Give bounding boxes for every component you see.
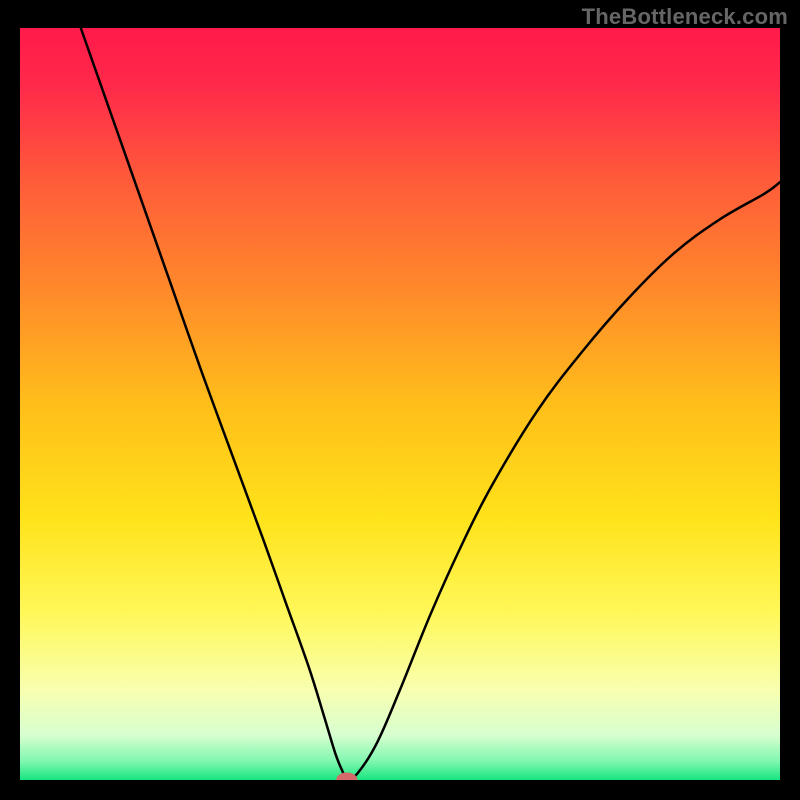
chart-svg <box>20 28 780 780</box>
watermark-text: TheBottleneck.com <box>582 4 788 30</box>
chart-container: TheBottleneck.com <box>0 0 800 800</box>
chart-background <box>20 28 780 780</box>
bottleneck-chart <box>20 28 780 780</box>
